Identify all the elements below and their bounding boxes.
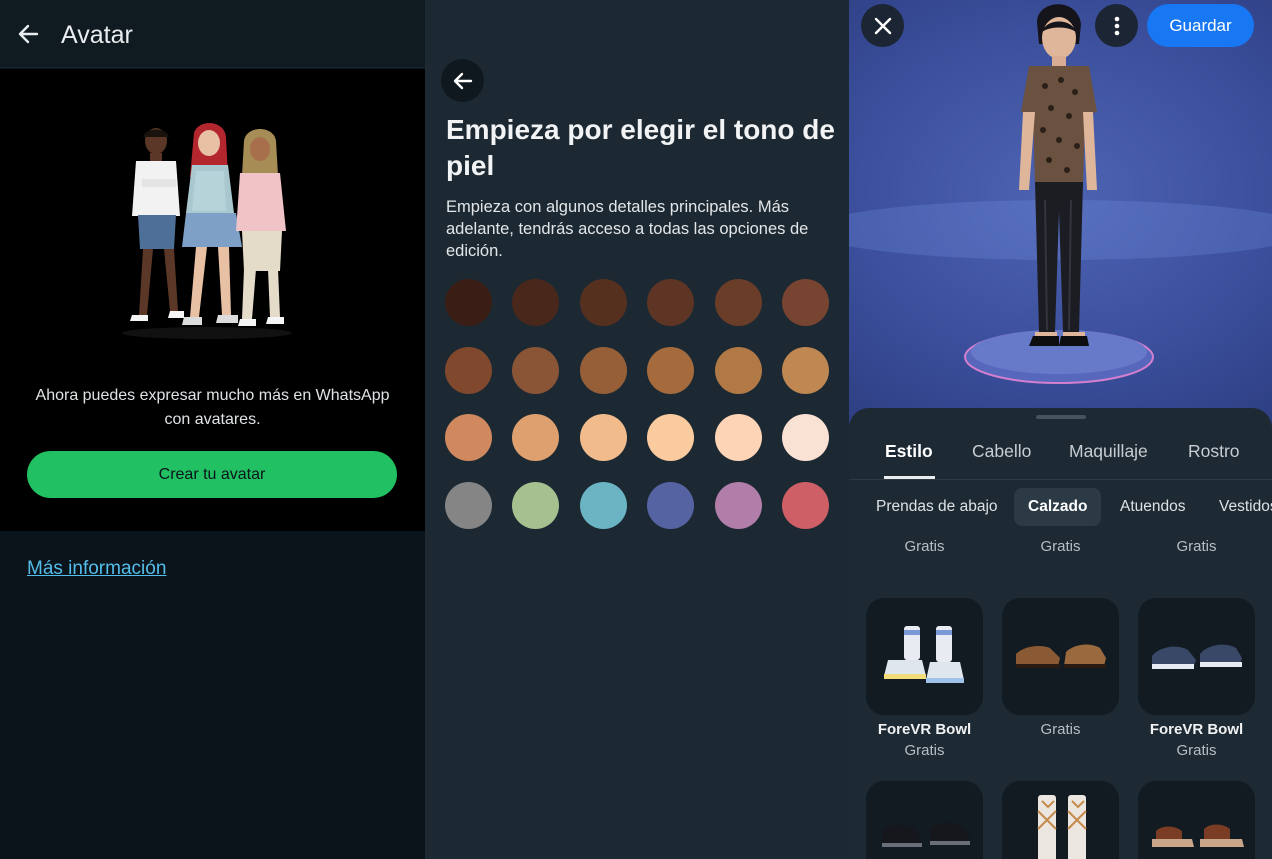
skin-tone-swatch[interactable] [512, 481, 560, 529]
avatar-editor-screen: Guardar Estilo Cabello Maquillaje Rostro… [849, 0, 1272, 859]
customization-sheet: Estilo Cabello Maquillaje Rostro Prendas… [849, 408, 1272, 859]
skin-tone-swatch[interactable] [579, 279, 627, 326]
sandals-thumbnail [1152, 824, 1244, 847]
more-vertical-icon [1114, 16, 1119, 35]
chip-prendas-de-abajo[interactable]: Prendas de abajo [876, 488, 998, 526]
leather-shoes-thumbnail [1016, 644, 1106, 668]
skin-tone-swatch[interactable] [445, 279, 492, 326]
more-info-link[interactable]: Más información [27, 558, 166, 580]
tab-maquillaje[interactable]: Maquillaje [1069, 441, 1148, 462]
item-price: Gratis [904, 538, 945, 555]
tab-rostro[interactable]: Rostro [1188, 441, 1240, 462]
chip-calzado[interactable]: Calzado [1014, 488, 1102, 526]
back-button[interactable] [441, 59, 484, 102]
create-avatar-button[interactable]: Crear tu avatar [27, 451, 397, 498]
shoe-item-tile[interactable] [1002, 598, 1119, 715]
app-bar: Avatar [0, 0, 425, 68]
shoe-item-tile[interactable] [1138, 598, 1255, 715]
skin-tone-swatch[interactable] [647, 481, 695, 529]
skin-tone-title: Empieza por elegir el tono de piel [446, 114, 835, 181]
subcategory-chips: Prendas de abajo Calzado Atuendos Vestid… [849, 488, 1272, 528]
whatsapp-avatar-screen: Avatar Ahora puedes expresar mucho más e… [0, 0, 425, 859]
tab-estilo[interactable]: Estilo [885, 441, 933, 462]
item-name: ForeVR Bowl [877, 721, 972, 738]
more-options-button[interactable] [1095, 4, 1138, 47]
skin-tone-swatch[interactable] [445, 481, 492, 529]
avatar-hero: Ahora puedes expresar mucho más en Whats… [0, 69, 425, 531]
skin-tone-swatch[interactable] [512, 346, 560, 394]
close-icon [874, 17, 891, 34]
item-price: Gratis [904, 742, 945, 759]
skin-tone-swatch[interactable] [512, 279, 560, 326]
skin-tone-swatch[interactable] [782, 279, 829, 326]
socks-sneakers-thumbnail [884, 626, 964, 683]
skin-tone-swatch[interactable] [579, 346, 627, 394]
skin-tone-swatch[interactable] [647, 414, 695, 461]
shoe-item-tile[interactable] [866, 598, 983, 715]
sheet-drag-handle[interactable] [1036, 415, 1086, 419]
skin-tone-swatch[interactable] [782, 414, 829, 461]
skin-tone-swatch[interactable] [512, 414, 560, 461]
skin-tone-swatch[interactable] [445, 346, 492, 394]
avatars-illustration [122, 122, 292, 339]
argyle-socks-thumbnail [1037, 795, 1087, 859]
item-price: Gratis [1176, 538, 1217, 555]
sneakers-thumbnail [1152, 644, 1242, 669]
skin-tone-swatch[interactable] [714, 414, 762, 461]
skin-tone-swatch[interactable] [445, 414, 492, 461]
skin-tone-swatch[interactable] [647, 279, 695, 326]
skin-tone-subtitle: Empieza con algunos detalles principales… [446, 198, 809, 260]
chip-atuendos[interactable]: Atuendos [1120, 488, 1186, 526]
skin-tone-swatch[interactable] [647, 346, 695, 394]
skin-tone-swatch[interactable] [579, 414, 627, 461]
skin-tone-swatch[interactable] [579, 481, 627, 529]
skin-tone-swatch[interactable] [714, 481, 762, 529]
close-button[interactable] [861, 4, 904, 47]
shoe-item-tile[interactable] [866, 781, 983, 859]
avatar-3d-preview[interactable] [959, 0, 1159, 395]
back-arrow-icon[interactable] [14, 20, 42, 48]
chip-vestidos[interactable]: Vestidos [1219, 488, 1272, 526]
save-button[interactable]: Guardar [1147, 4, 1254, 47]
skin-tone-swatch[interactable] [782, 481, 829, 529]
skin-tone-swatch[interactable] [714, 279, 762, 326]
shoe-item-tile[interactable] [1138, 781, 1255, 859]
intro-message: Ahora puedes expresar mucho más en Whats… [35, 387, 390, 428]
item-price: Gratis [1176, 742, 1217, 759]
skin-tone-swatch[interactable] [714, 346, 762, 394]
skin-tone-swatch[interactable] [782, 346, 829, 394]
black-shoes-thumbnail [882, 822, 970, 847]
page-title: Avatar [61, 21, 133, 49]
back-arrow-icon [453, 72, 472, 89]
skin-tone-grid [445, 279, 835, 531]
category-tabs: Estilo Cabello Maquillaje Rostro [849, 428, 1272, 480]
skin-tone-screen: Empieza por elegir el tono de piel Empie… [425, 0, 849, 859]
active-tab-indicator [884, 476, 935, 479]
tab-cabello[interactable]: Cabello [972, 441, 1031, 462]
avatar-preview-stage [849, 0, 1272, 430]
item-name: ForeVR Bowl [1149, 721, 1244, 738]
shoe-item-tile[interactable] [1002, 781, 1119, 859]
item-price: Gratis [1040, 721, 1081, 738]
item-price: Gratis [1040, 538, 1081, 555]
